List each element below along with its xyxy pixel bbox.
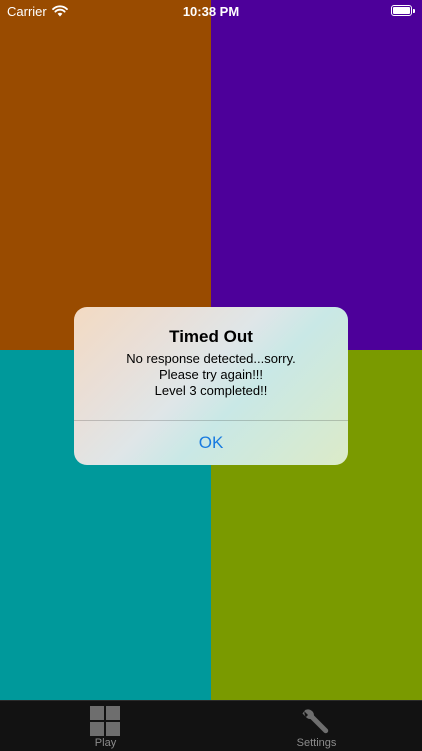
tab-settings-label: Settings (296, 737, 337, 749)
tab-play-label: Play (94, 737, 117, 749)
color-quadrant-top-right[interactable] (211, 0, 422, 350)
tab-settings[interactable]: Settings (211, 701, 422, 751)
status-bar: Carrier 10:38 PM (0, 0, 422, 22)
grid-icon (89, 705, 121, 737)
timed-out-alert: Timed Out No response detected...sorry. … (74, 307, 348, 465)
ok-button[interactable]: OK (74, 421, 348, 465)
alert-message: No response detected...sorry. Please try… (126, 351, 296, 398)
tab-bar: Play Settings (0, 700, 422, 751)
clock: 10:38 PM (182, 4, 240, 19)
wrench-icon (302, 709, 329, 734)
tab-play[interactable]: Play (0, 701, 211, 751)
alert-title: Timed Out (169, 327, 253, 346)
battery-icon (391, 5, 415, 16)
color-quadrant-top-left[interactable] (0, 0, 211, 350)
